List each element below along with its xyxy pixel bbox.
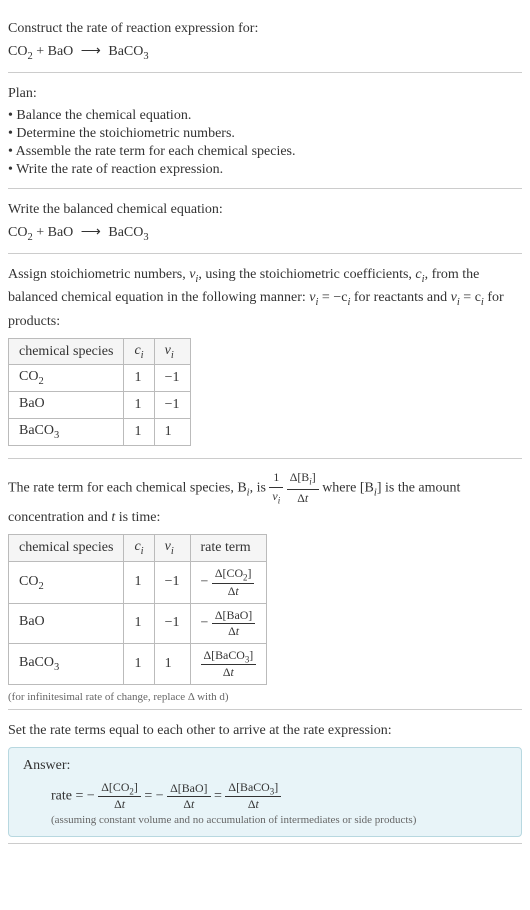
- answer-note: (assuming constant volume and no accumul…: [51, 814, 507, 826]
- plan-section: Plan: • Balance the chemical equation. •…: [8, 73, 522, 189]
- table-row: CO2 1 −1: [9, 365, 191, 392]
- rate-fraction: Δ[BaCO3] Δt: [201, 648, 257, 680]
- table-row: BaCO3 1 1: [9, 419, 191, 446]
- product-baco3: BaCO3: [108, 225, 148, 240]
- cell-nu: −1: [154, 562, 190, 603]
- reactant-bao: BaO: [48, 225, 74, 240]
- cell-nu: −1: [154, 365, 190, 392]
- cell-rate: Δ[BaCO3] Δt: [190, 643, 267, 684]
- col-nui: νi: [154, 338, 190, 365]
- cell-species: CO2: [9, 365, 124, 392]
- stoich-table: chemical species ci νi CO2 1 −1 BaO 1 −1…: [8, 338, 191, 446]
- reaction-arrow-icon: ⟶: [81, 43, 101, 60]
- cell-species: BaO: [9, 603, 124, 643]
- plan-item: • Determine the stoichiometric numbers.: [8, 126, 522, 142]
- cell-rate: − Δ[BaO] Δt: [190, 603, 267, 643]
- col-species: chemical species: [9, 338, 124, 365]
- cell-nu: −1: [154, 603, 190, 643]
- reaction-arrow-icon: ⟶: [81, 224, 101, 241]
- cell-c: 1: [124, 603, 154, 643]
- table-header-row: chemical species ci νi rate term: [9, 535, 267, 562]
- cell-rate: − Δ[CO2] Δt: [190, 562, 267, 603]
- plan-item: • Assemble the rate term for each chemic…: [8, 144, 522, 160]
- cell-species: BaCO3: [9, 419, 124, 446]
- rate-fraction: Δ[CO2] Δt: [98, 780, 141, 812]
- balanced-equation: CO2 + BaO ⟶ BaCO3: [8, 224, 522, 243]
- balanced-title: Write the balanced chemical equation:: [8, 199, 522, 220]
- cell-nu: −1: [154, 392, 190, 419]
- fraction-one-over-nu: 1 νi: [269, 469, 283, 508]
- plus-sign: +: [33, 44, 48, 59]
- cell-c: 1: [124, 392, 154, 419]
- cell-c: 1: [124, 419, 154, 446]
- cell-c: 1: [124, 562, 154, 603]
- plus-sign: +: [33, 225, 48, 240]
- fraction-dbi-dt: Δ[Bi] Δt: [287, 469, 319, 508]
- final-section: Set the rate terms equal to each other t…: [8, 710, 522, 844]
- product-baco3: BaCO3: [108, 44, 148, 59]
- cell-nu: 1: [154, 643, 190, 684]
- col-species: chemical species: [9, 535, 124, 562]
- col-nui: νi: [154, 535, 190, 562]
- rate-fraction: Δ[BaCO3] Δt: [225, 780, 281, 812]
- plan-item: • Balance the chemical equation.: [8, 108, 522, 124]
- cell-species: BaO: [9, 392, 124, 419]
- col-ci: ci: [124, 535, 154, 562]
- rate-note: (for infinitesimal rate of change, repla…: [8, 691, 522, 703]
- answer-label: Answer:: [23, 758, 507, 774]
- col-ci: ci: [124, 338, 154, 365]
- rate-expression: rate = − Δ[CO2] Δt = − Δ[BaO] Δt = Δ[BaC…: [51, 780, 507, 812]
- plan-list: • Balance the chemical equation. • Deter…: [8, 108, 522, 178]
- cell-c: 1: [124, 643, 154, 684]
- reactant-co2: CO2: [8, 225, 33, 240]
- table-header-row: chemical species ci νi: [9, 338, 191, 365]
- cell-species: BaCO3: [9, 643, 124, 684]
- rate-term-text: The rate term for each chemical species,…: [8, 469, 522, 529]
- answer-box: Answer: rate = − Δ[CO2] Δt = − Δ[BaO] Δt…: [8, 747, 522, 837]
- cell-c: 1: [124, 365, 154, 392]
- col-rate-term: rate term: [190, 535, 267, 562]
- rate-term-section: The rate term for each chemical species,…: [8, 459, 522, 710]
- table-row: CO2 1 −1 − Δ[CO2] Δt: [9, 562, 267, 603]
- final-title: Set the rate terms equal to each other t…: [8, 720, 522, 741]
- intro-section: Construct the rate of reaction expressio…: [8, 8, 522, 73]
- plan-item: • Write the rate of reaction expression.: [8, 162, 522, 178]
- cell-nu: 1: [154, 419, 190, 446]
- stoich-text: Assign stoichiometric numbers, νi, using…: [8, 264, 522, 332]
- rate-fraction: Δ[BaO] Δt: [212, 608, 255, 639]
- rate-fraction: Δ[CO2] Δt: [212, 566, 255, 598]
- balanced-section: Write the balanced chemical equation: CO…: [8, 189, 522, 254]
- stoich-section: Assign stoichiometric numbers, νi, using…: [8, 254, 522, 459]
- cell-species: CO2: [9, 562, 124, 603]
- rate-term-table: chemical species ci νi rate term CO2 1 −…: [8, 534, 267, 685]
- table-row: BaO 1 −1 − Δ[BaO] Δt: [9, 603, 267, 643]
- rate-fraction: Δ[BaO] Δt: [167, 781, 210, 812]
- intro-equation: CO2 + BaO ⟶ BaCO3: [8, 43, 522, 62]
- intro-prompt: Construct the rate of reaction expressio…: [8, 18, 522, 39]
- table-row: BaCO3 1 1 Δ[BaCO3] Δt: [9, 643, 267, 684]
- reactant-co2: CO2: [8, 44, 33, 59]
- reactant-bao: BaO: [48, 44, 74, 59]
- plan-title: Plan:: [8, 83, 522, 104]
- table-row: BaO 1 −1: [9, 392, 191, 419]
